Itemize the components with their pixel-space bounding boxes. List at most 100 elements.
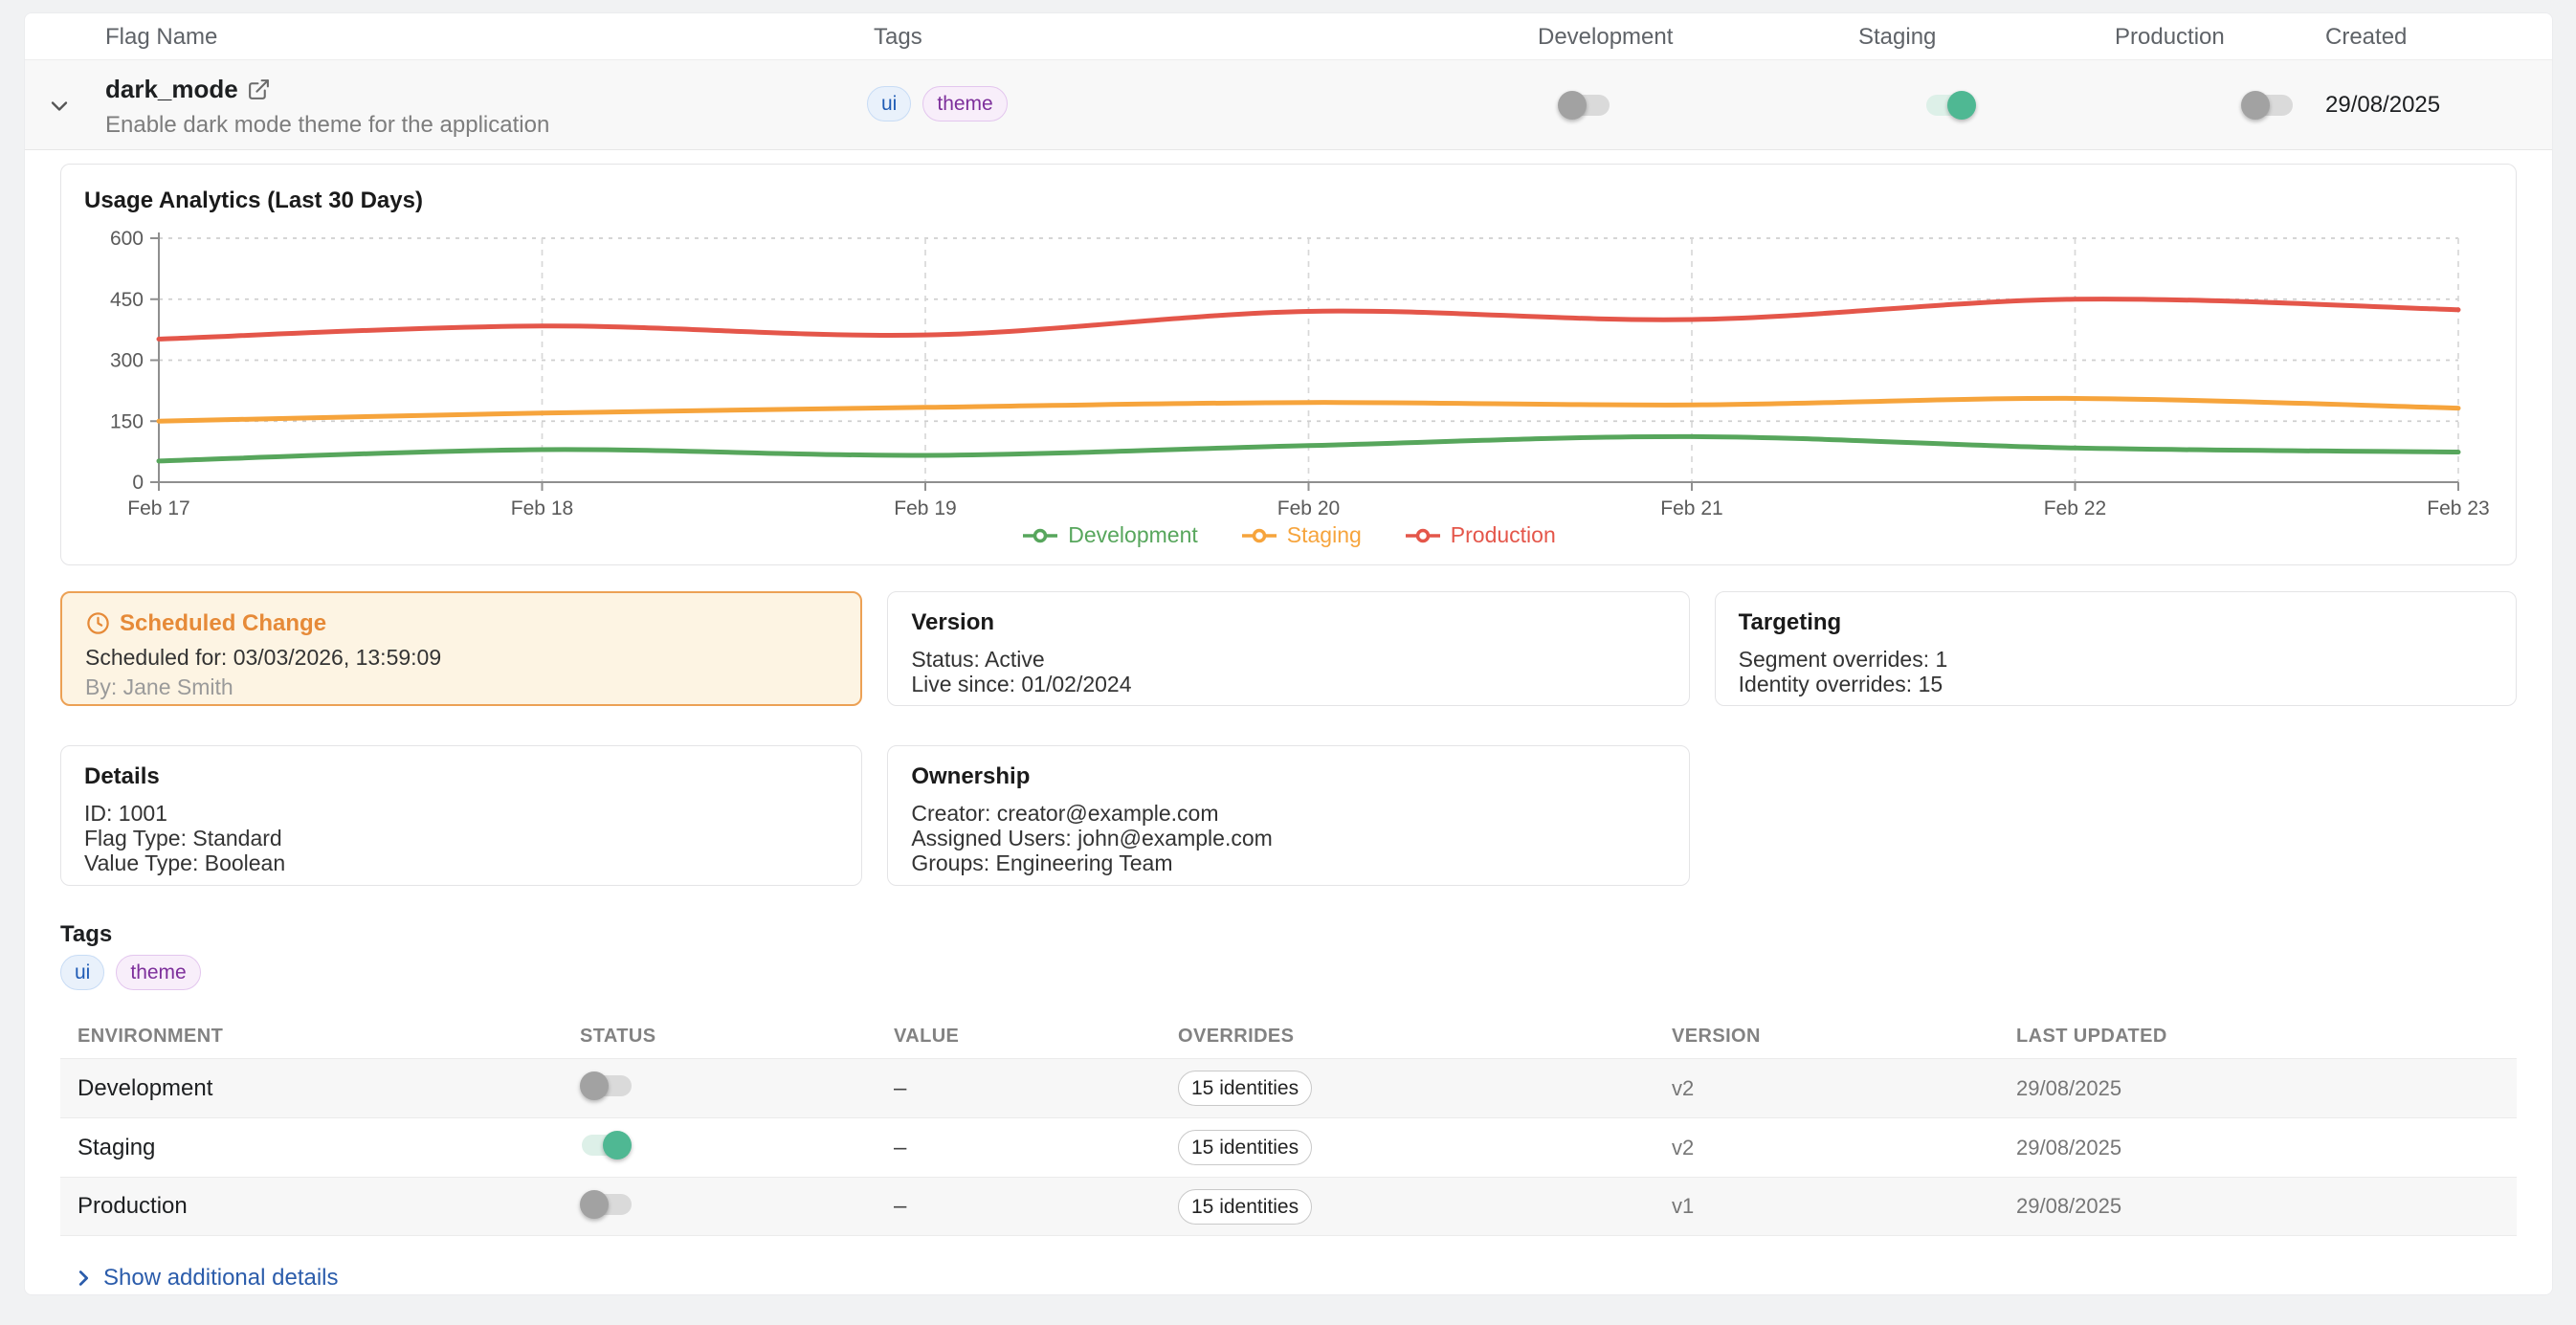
legend-item-production: Production bbox=[1404, 522, 1556, 548]
external-link-icon[interactable] bbox=[247, 77, 271, 101]
clock-icon bbox=[85, 610, 111, 636]
column-created: Created bbox=[2325, 13, 2407, 60]
detail-flag-type: Flag Type: Standard bbox=[84, 826, 838, 850]
usage-analytics-card: 0150300450600Feb 17Feb 18Feb 19Feb 20Feb… bbox=[60, 164, 2517, 565]
env-last-updated: 29/08/2025 bbox=[1999, 1076, 2517, 1101]
details-card-title: Details bbox=[84, 765, 838, 788]
version-card: Version Status: Active Live since: 01/02… bbox=[887, 591, 1689, 706]
col-overrides: Overrides bbox=[1161, 1026, 1654, 1048]
env-last-updated: 29/08/2025 bbox=[1999, 1136, 2517, 1160]
tag-theme: theme bbox=[922, 86, 1007, 121]
flag-row[interactable]: dark_mode Enable dark mode theme for the… bbox=[25, 60, 2552, 150]
tag-ui: ui bbox=[60, 955, 104, 990]
col-last-updated: Last Updated bbox=[1999, 1026, 2517, 1048]
ownership-card: Ownership Creator: creator@example.com A… bbox=[887, 745, 1689, 886]
table-row-production: Production – 15 identities v1 29/08/2025 bbox=[60, 1177, 2517, 1236]
legend-item-staging: Staging bbox=[1240, 522, 1362, 548]
table-row-staging: Staging – 15 identities v2 29/08/2025 bbox=[60, 1117, 2517, 1177]
env-value: – bbox=[877, 1193, 1161, 1220]
env-name: Staging bbox=[60, 1135, 563, 1161]
tags-section-title: Tags bbox=[60, 921, 2517, 948]
version-status: Status: Active bbox=[911, 647, 1665, 672]
env-name: Development bbox=[60, 1075, 563, 1102]
line-series-icon bbox=[1240, 528, 1278, 543]
chart-legend: Development Staging Production bbox=[61, 522, 2516, 548]
details-card: Details ID: 1001 Flag Type: Standard Val… bbox=[60, 745, 862, 886]
identities-badge[interactable]: 15 identities bbox=[1178, 1189, 1312, 1225]
identity-overrides: Identity overrides: 15 bbox=[1739, 672, 2493, 696]
line-series-icon bbox=[1021, 528, 1059, 543]
environment-table: Environment Status Value Overrides Versi… bbox=[60, 1014, 2517, 1236]
svg-text:Feb 20: Feb 20 bbox=[1277, 497, 1340, 519]
chevron-down-icon[interactable] bbox=[46, 93, 73, 124]
usage-analytics-chart: 0150300450600Feb 17Feb 18Feb 19Feb 20Feb… bbox=[61, 165, 2517, 520]
version-card-title: Version bbox=[911, 611, 1665, 634]
development-toggle[interactable] bbox=[1558, 89, 1613, 121]
svg-text:Feb 17: Feb 17 bbox=[127, 497, 189, 519]
chevron-right-icon bbox=[73, 1268, 94, 1289]
env-name: Production bbox=[60, 1193, 563, 1220]
svg-text:600: 600 bbox=[110, 228, 144, 250]
env-version: v2 bbox=[1654, 1076, 1999, 1101]
legend-label: Staging bbox=[1287, 522, 1362, 548]
svg-text:450: 450 bbox=[110, 289, 144, 311]
env-version: v1 bbox=[1654, 1194, 1999, 1219]
column-flag-name: Flag Name bbox=[105, 13, 217, 60]
chart-title: Usage Analytics (Last 30 Days) bbox=[84, 188, 423, 214]
identities-badge[interactable]: 15 identities bbox=[1178, 1071, 1312, 1106]
column-tags: Tags bbox=[874, 13, 922, 60]
col-status: Status bbox=[563, 1026, 877, 1048]
targeting-card-title: Targeting bbox=[1739, 611, 2493, 634]
tag-theme: theme bbox=[116, 955, 200, 990]
flag-list-header: Flag Name Tags Development Staging Produ… bbox=[25, 13, 2552, 60]
env-last-updated: 29/08/2025 bbox=[1999, 1194, 2517, 1219]
development-status-toggle[interactable] bbox=[580, 1070, 635, 1102]
legend-label: Development bbox=[1068, 522, 1198, 548]
tag-ui: ui bbox=[867, 86, 911, 121]
column-production: Production bbox=[2115, 13, 2225, 60]
env-version: v2 bbox=[1654, 1136, 1999, 1160]
ownership-assigned: Assigned Users: john@example.com bbox=[911, 826, 1665, 850]
column-staging: Staging bbox=[1858, 13, 1936, 60]
col-version: Version bbox=[1654, 1026, 1999, 1048]
svg-text:Feb 21: Feb 21 bbox=[1660, 497, 1722, 519]
targeting-card: Targeting Segment overrides: 1 Identity … bbox=[1715, 591, 2517, 706]
empty-cell bbox=[1715, 745, 2517, 886]
detail-value-type: Value Type: Boolean bbox=[84, 850, 838, 875]
tags-section-pills: ui theme bbox=[60, 955, 2517, 990]
identities-badge[interactable]: 15 identities bbox=[1178, 1130, 1312, 1165]
env-value: – bbox=[877, 1135, 1161, 1161]
production-status-toggle[interactable] bbox=[580, 1188, 635, 1221]
detail-id: ID: 1001 bbox=[84, 801, 838, 826]
svg-text:300: 300 bbox=[110, 350, 144, 372]
tags-section: Tags ui theme bbox=[60, 921, 2517, 990]
column-development: Development bbox=[1538, 13, 1673, 60]
ownership-creator: Creator: creator@example.com bbox=[911, 801, 1665, 826]
scheduled-for: Scheduled for: 03/03/2026, 13:59:09 bbox=[85, 645, 837, 670]
ownership-groups: Groups: Engineering Team bbox=[911, 850, 1665, 875]
scheduled-change-title: Scheduled Change bbox=[85, 610, 837, 636]
version-live-since: Live since: 01/02/2024 bbox=[911, 672, 1665, 696]
production-toggle[interactable] bbox=[2241, 89, 2297, 121]
staging-toggle[interactable] bbox=[1924, 89, 1980, 121]
legend-item-development: Development bbox=[1021, 522, 1198, 548]
flag-name[interactable]: dark_mode bbox=[105, 75, 549, 104]
legend-label: Production bbox=[1451, 522, 1556, 548]
scheduled-change-card: Scheduled Change Scheduled for: 03/03/20… bbox=[60, 591, 862, 706]
env-value: – bbox=[877, 1075, 1161, 1102]
staging-status-toggle[interactable] bbox=[580, 1129, 635, 1161]
show-additional-details-text: Show additional details bbox=[103, 1265, 339, 1292]
show-additional-details-link[interactable]: Show additional details bbox=[60, 1265, 339, 1292]
svg-text:Feb 18: Feb 18 bbox=[511, 497, 573, 519]
scheduled-change-title-text: Scheduled Change bbox=[120, 611, 326, 636]
scheduled-by: By: Jane Smith bbox=[85, 674, 837, 699]
environment-table-header: Environment Status Value Overrides Versi… bbox=[60, 1014, 2517, 1058]
svg-text:Feb 23: Feb 23 bbox=[2427, 497, 2489, 519]
table-row-development: Development – 15 identities v2 29/08/202… bbox=[60, 1058, 2517, 1117]
flag-row-tags: ui theme bbox=[867, 86, 1008, 121]
segment-overrides: Segment overrides: 1 bbox=[1739, 647, 2493, 672]
flag-name-text: dark_mode bbox=[105, 75, 238, 104]
line-series-icon bbox=[1404, 528, 1442, 543]
flag-detail: 0150300450600Feb 17Feb 18Feb 19Feb 20Feb… bbox=[25, 150, 2552, 1292]
flag-description: Enable dark mode theme for the applicati… bbox=[105, 112, 549, 139]
